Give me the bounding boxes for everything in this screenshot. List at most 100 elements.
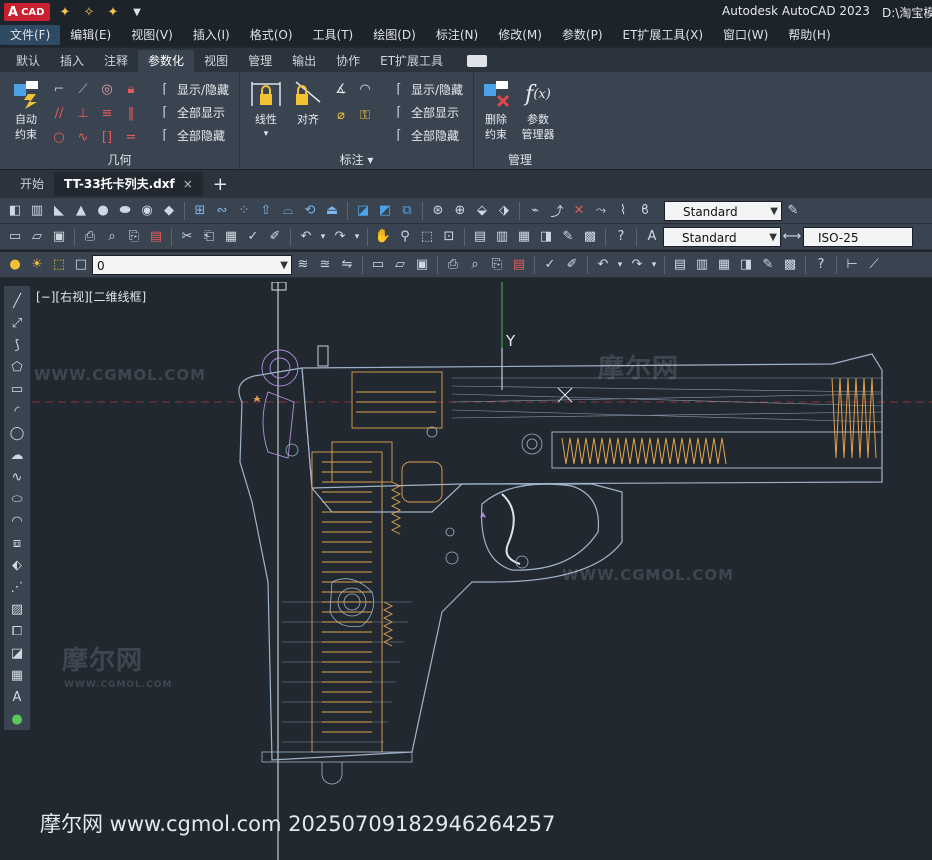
undo-dropdown-icon-2[interactable]: ▾	[615, 255, 625, 275]
align3d-icon[interactable]: ⬙	[472, 201, 492, 221]
tab-view[interactable]: 视图	[194, 50, 238, 72]
remove-icon[interactable]: ✕	[569, 201, 589, 221]
radius-icon[interactable]: ◠	[356, 80, 374, 98]
sweep-icon[interactable]: ⏏	[322, 201, 342, 221]
text-style-select[interactable]: Standard ▼	[663, 226, 781, 247]
close-tab-icon[interactable]: ×	[183, 177, 193, 191]
preview-icon[interactable]: ⌕	[102, 227, 122, 247]
plot-icon-2[interactable]: ⎙	[443, 255, 463, 275]
zoom-previous-icon[interactable]: ⊡	[439, 227, 459, 247]
pyramid-icon[interactable]: ◆	[159, 201, 179, 221]
torus-icon[interactable]: ◉	[137, 201, 157, 221]
dim-aligned-icon[interactable]: ⟋	[864, 255, 884, 275]
publish-icon-2[interactable]: ⎘	[487, 255, 507, 275]
new-icon[interactable]: ▭	[5, 227, 25, 247]
linear-dimension-button[interactable]: 线性 ▾	[246, 78, 286, 142]
perpendicular-icon[interactable]: ⊥	[74, 104, 92, 122]
vertical-icon[interactable]: ‖	[122, 104, 140, 122]
preview-icon-2[interactable]: ⌕	[465, 255, 485, 275]
brush-icon-2[interactable]: ✐	[562, 255, 582, 275]
parallel-icon[interactable]: ∕∕	[50, 104, 68, 122]
loft-icon[interactable]: ⌓	[278, 201, 298, 221]
cylinder-icon[interactable]: ▥	[27, 201, 47, 221]
curve-icon[interactable]: ∾	[212, 201, 232, 221]
coincident-icon[interactable]: ⌐	[50, 80, 68, 98]
layer-lock-icon[interactable]: ⬚	[49, 255, 69, 275]
dwf-icon[interactable]: ▤	[146, 227, 166, 247]
tab-output[interactable]: 输出	[282, 50, 326, 72]
region-icon[interactable]: ⧠	[6, 621, 28, 641]
text-style-icon[interactable]: A	[642, 227, 662, 247]
tab-parametric[interactable]: 参数化	[138, 50, 195, 72]
concentric-icon[interactable]: ◎	[98, 80, 116, 98]
save-icon-2[interactable]: ▣	[412, 255, 432, 275]
circle-icon[interactable]: ◯	[6, 423, 28, 443]
aligned-dimension-button[interactable]: 对齐	[288, 78, 328, 127]
ellipse-arc-icon[interactable]: ◠	[6, 511, 28, 531]
equal-icon[interactable]: =	[122, 128, 140, 146]
design-center-icon-2[interactable]: ▥	[692, 255, 712, 275]
dwf-icon-2[interactable]: ▤	[509, 255, 529, 275]
sheet-set-icon[interactable]: ◨	[536, 227, 556, 247]
multiline-text-icon[interactable]: A	[6, 687, 28, 707]
open-icon[interactable]: ▱	[27, 227, 47, 247]
orbit-icon[interactable]: ⊛	[428, 201, 448, 221]
delete-constraints-button[interactable]: 删除 约束	[476, 78, 516, 142]
design-center-icon[interactable]: ▥	[492, 227, 512, 247]
quick-access-bulb3-icon[interactable]: ✦	[104, 3, 122, 21]
style-edit-icon[interactable]: ✎	[783, 201, 803, 221]
points-icon[interactable]: ⁘	[234, 201, 254, 221]
layer-on-icon[interactable]: ●	[5, 255, 25, 275]
zoom-realtime-icon[interactable]: ⚲	[395, 227, 415, 247]
tab-collaborate[interactable]: 协作	[326, 50, 370, 72]
tool-palettes-icon[interactable]: ▦	[514, 227, 534, 247]
intersect-icon[interactable]: ⧉	[397, 201, 417, 221]
properties-icon-2[interactable]: ▤	[670, 255, 690, 275]
fix-icon[interactable]: 🔒︎	[122, 80, 140, 98]
tab-manage[interactable]: 管理	[238, 50, 282, 72]
cylinder2-icon[interactable]: ⬬	[115, 201, 135, 221]
hatch-icon[interactable]: ▨	[6, 599, 28, 619]
menu-help[interactable]: 帮助(H)	[778, 25, 840, 45]
calculator-icon[interactable]: ▩	[580, 227, 600, 247]
convert-icon-2[interactable]: ⤳	[591, 201, 611, 221]
make-block-icon[interactable]: ⬖	[6, 555, 28, 575]
union-icon[interactable]: ◪	[353, 201, 373, 221]
mirror3d-icon[interactable]: ⬗	[494, 201, 514, 221]
properties-icon[interactable]: ▤	[470, 227, 490, 247]
spline-icon[interactable]: ⌁	[525, 201, 545, 221]
edit-spline-icon[interactable]: ⌇	[613, 201, 633, 221]
tab-start[interactable]: 开始	[10, 172, 54, 196]
insert-block-icon[interactable]: ⧈	[6, 533, 28, 553]
dim-style-icon[interactable]: ⟷	[782, 227, 802, 247]
sheet-set-icon-2[interactable]: ◨	[736, 255, 756, 275]
polyline-icon[interactable]: ⟆	[6, 335, 28, 355]
polygon-icon[interactable]: ⬠	[6, 357, 28, 377]
pan3d-icon[interactable]: ⊕	[450, 201, 470, 221]
ribbon-minimize-toggle[interactable]	[467, 55, 488, 67]
extrude-icon[interactable]: ⇧	[256, 201, 276, 221]
gradient-icon[interactable]: ◪	[6, 643, 28, 663]
dimension-show-hide-button[interactable]: ⌈ 显示/隐藏	[390, 78, 463, 100]
construction-line-icon[interactable]: ⤢	[6, 313, 28, 333]
tab-et-tools[interactable]: ET扩展工具	[370, 50, 453, 72]
grip-square[interactable]	[271, 282, 287, 291]
app-logo[interactable]: A CAD	[4, 3, 50, 21]
quick-access-bulb-icon[interactable]: ✦	[56, 3, 74, 21]
ellipse-icon[interactable]: ⬭	[6, 489, 28, 509]
spline-draw-icon[interactable]: ∿	[6, 467, 28, 487]
help-icon-2[interactable]: ?	[811, 255, 831, 275]
tab-annotate[interactable]: 注释	[94, 50, 138, 72]
copy-icon[interactable]: ⎗	[199, 227, 219, 247]
open-icon-2[interactable]: ▱	[390, 255, 410, 275]
tab-insert[interactable]: 插入	[50, 50, 94, 72]
menu-window[interactable]: 窗口(W)	[713, 25, 778, 45]
markup-icon[interactable]: ✎	[558, 227, 578, 247]
quick-access-dropdown-icon[interactable]: ▼	[128, 3, 146, 21]
menu-parameter[interactable]: 参数(P)	[552, 25, 613, 45]
undo-icon[interactable]: ↶	[296, 227, 316, 247]
undo-icon-2[interactable]: ↶	[593, 255, 613, 275]
menu-tools[interactable]: 工具(T)	[303, 25, 364, 45]
new-icon-2[interactable]: ▭	[368, 255, 388, 275]
new-tab-icon[interactable]: +	[213, 174, 228, 195]
